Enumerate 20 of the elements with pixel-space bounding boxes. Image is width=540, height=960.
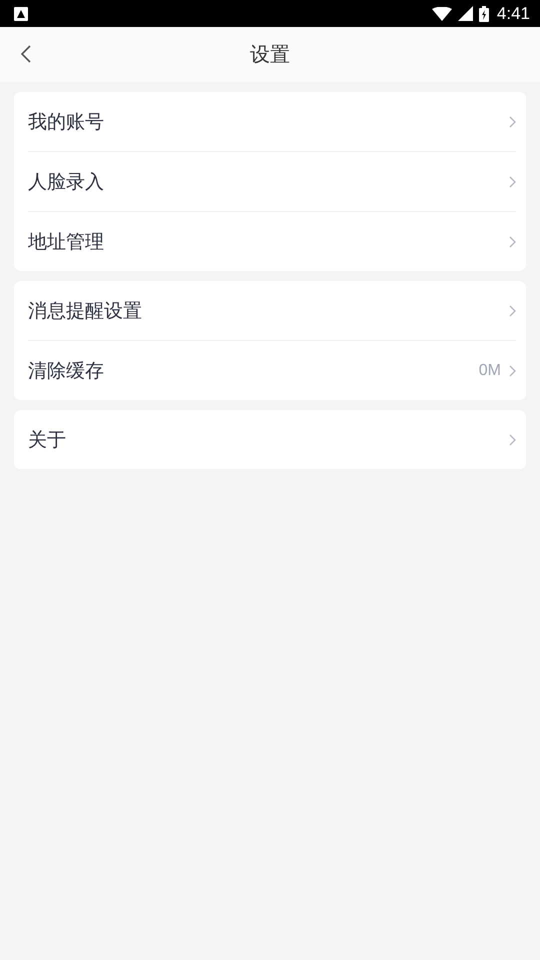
cache-size: 0M <box>478 362 501 380</box>
settings-item[interactable]: 消息提醒设置 <box>28 281 516 340</box>
back-icon <box>20 45 32 63</box>
chevron-icon <box>509 304 516 316</box>
chevron-icon <box>509 176 516 188</box>
wifi-icon <box>432 6 452 20</box>
settings-item[interactable]: 我的账号 <box>28 92 516 151</box>
signal-icon <box>458 6 473 21</box>
status-time: 4:41 <box>496 4 530 24</box>
settings-item[interactable]: 清除缓存 0M <box>28 340 516 400</box>
settings-item[interactable]: 地址管理 <box>28 211 516 271</box>
page-title: 设置 <box>250 41 290 68</box>
chevron-icon <box>509 434 516 446</box>
battery-icon <box>478 6 489 22</box>
chevron-icon <box>509 236 516 248</box>
settings-item[interactable]: 人脸录入 <box>28 151 516 211</box>
chevron-icon <box>509 116 516 128</box>
settings-item[interactable]: 关于 <box>28 410 516 469</box>
notification-icon <box>14 6 28 20</box>
chevron-icon <box>509 364 516 376</box>
